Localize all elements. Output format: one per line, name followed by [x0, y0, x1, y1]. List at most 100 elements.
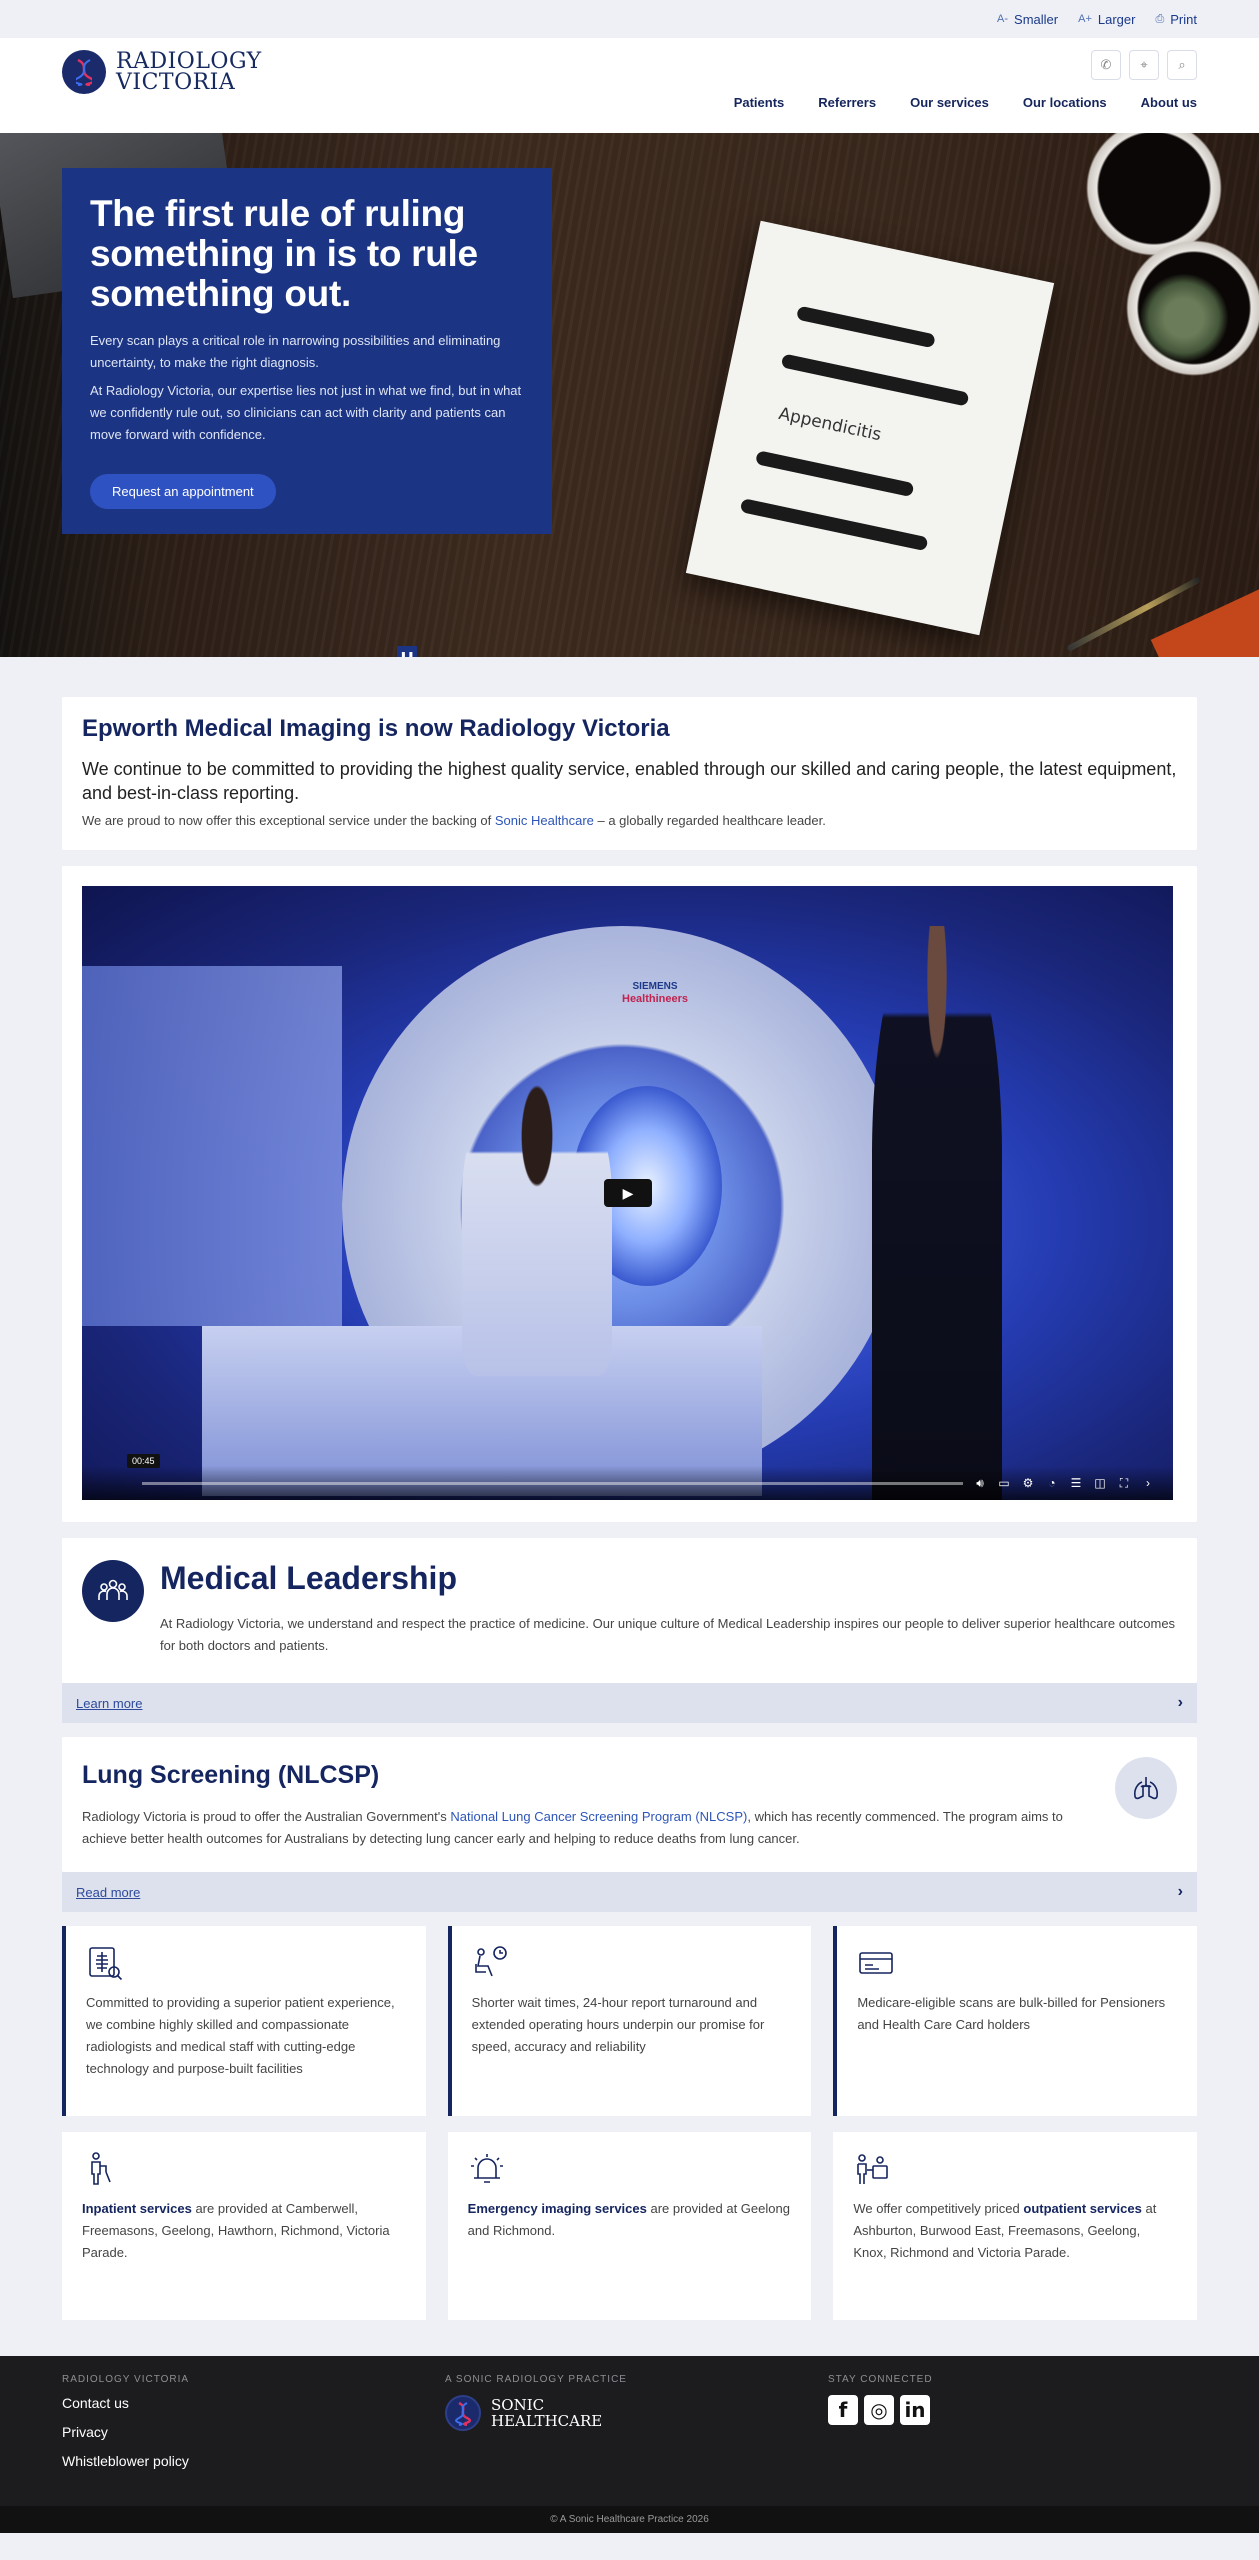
- service-tile: We offer competitively priced outpatient…: [833, 2132, 1197, 2320]
- site-header: RADIOLOGY VICTORIA ✆ ⌖ ⌕ Patients Referre…: [0, 38, 1259, 133]
- people-group-icon: [82, 1560, 144, 1622]
- instagram-icon[interactable]: ◎: [864, 2395, 894, 2425]
- feature-tile: Committed to providing a superior patien…: [62, 1926, 426, 2116]
- facebook-icon[interactable]: f: [828, 2395, 858, 2425]
- learn-more-bar[interactable]: Learn more ›: [62, 1683, 1197, 1723]
- feature-text: Committed to providing a superior patien…: [86, 1995, 395, 2076]
- learn-more-link[interactable]: Learn more: [76, 1696, 142, 1711]
- feature-text: Shorter wait times, 24-hour report turna…: [471, 1995, 765, 2054]
- intro-card: Epworth Medical Imaging is now Radiology…: [62, 697, 1197, 850]
- footer-parent: A SONIC RADIOLOGY PRACTICE SONIC HEALTHCA…: [445, 2374, 828, 2488]
- service-text: We offer competitively priced outpatient…: [853, 2201, 1157, 2260]
- pause-icon: ❚❚: [399, 650, 415, 658]
- text-larger-button[interactable]: A+ Larger: [1078, 12, 1135, 27]
- volume-icon[interactable]: 🔊︎: [973, 1476, 987, 1491]
- intro-title: Epworth Medical Imaging is now Radiology…: [82, 715, 670, 742]
- leadership-title: Medical Leadership: [160, 1560, 457, 1596]
- chevron-right-icon[interactable]: ›: [1141, 1476, 1155, 1490]
- picture-in-picture-icon[interactable]: ◫: [1093, 1476, 1107, 1490]
- read-more-bar[interactable]: Read more ›: [62, 1872, 1197, 1912]
- services-grid: Inpatient services are provided at Cambe…: [62, 2132, 1197, 2320]
- pause-carousel-button[interactable]: ❚❚: [397, 646, 417, 657]
- chevron-right-icon: ›: [1177, 1883, 1183, 1900]
- hero-text: Every scan plays a critical role in narr…: [90, 333, 501, 370]
- print-button[interactable]: ⎙ Print: [1155, 12, 1197, 27]
- footer-social: STAY CONNECTED f ◎ in: [828, 2374, 1197, 2488]
- sonic-logo-icon: [445, 2395, 481, 2431]
- play-icon: ▶: [622, 1184, 634, 1201]
- service-text: Inpatient services are provided at Cambe…: [82, 2201, 390, 2260]
- lungs-icon: [1115, 1757, 1177, 1819]
- lung-screening-card: Lung Screening (NLCSP) Radiology Victori…: [62, 1737, 1197, 1872]
- main-nav: Patients Referrers Our services Our loca…: [734, 95, 1197, 110]
- patient-image: [462, 1076, 612, 1376]
- leadership-text: At Radiology Victoria, we understand and…: [160, 1616, 1176, 1653]
- settings-gear-icon[interactable]: ⚙: [1021, 1476, 1035, 1490]
- header-icons: ✆ ⌖ ⌕: [1091, 50, 1197, 80]
- sonic-healthcare-logo[interactable]: SONIC HEALTHCARE: [445, 2395, 828, 2431]
- whistleblower-link[interactable]: Whistleblower policy: [62, 2453, 445, 2469]
- siemens-logo: SIEMENS Healthineers: [622, 981, 689, 1005]
- service-tile: Emergency imaging services are provided …: [447, 2132, 812, 2320]
- lung-title: Lung Screening (NLCSP): [82, 1761, 380, 1789]
- video-player[interactable]: SIEMENS Healthineers ▶ 00:45 🔊︎ ▭ ⚙ ◔ ☰ ◫…: [82, 886, 1173, 1500]
- play-button[interactable]: ▶: [604, 1179, 652, 1207]
- hero-plant-image: [1139, 273, 1229, 363]
- text-smaller-button[interactable]: A- Smaller: [997, 12, 1058, 27]
- location-pin-icon[interactable]: ⌖: [1129, 50, 1159, 80]
- service-text: Emergency imaging services are provided …: [467, 2201, 790, 2238]
- intro-lead: We continue to be committed to providing…: [82, 759, 1177, 803]
- video-controls: 🔊︎ ▭ ⚙ ◔ ☰ ◫ ⛶ ›: [82, 1466, 1173, 1500]
- video-card: SIEMENS Healthineers ▶ 00:45 🔊︎ ▭ ⚙ ◔ ☰ ◫…: [62, 866, 1197, 1522]
- request-appointment-button[interactable]: Request an appointment: [90, 474, 276, 509]
- chevron-right-icon: ›: [1177, 1694, 1183, 1711]
- read-more-link[interactable]: Read more: [76, 1885, 140, 1900]
- logo-helix-icon: [62, 50, 106, 94]
- phone-icon[interactable]: ✆: [1091, 50, 1121, 80]
- utility-bar: A- Smaller A+ Larger ⎙ Print: [0, 0, 1259, 38]
- nlcsp-link[interactable]: National Lung Cancer Screening Program (…: [450, 1809, 747, 1824]
- site-logo[interactable]: RADIOLOGY VICTORIA: [62, 50, 262, 94]
- feature-text: Medicare-eligible scans are bulk-billed …: [857, 1995, 1166, 2032]
- fullscreen-icon[interactable]: ⛶: [1117, 1476, 1131, 1491]
- copyright: © A Sonic Healthcare Practice 2026: [0, 2506, 1259, 2533]
- nav-our-locations[interactable]: Our locations: [1023, 95, 1107, 110]
- nav-our-services[interactable]: Our services: [910, 95, 989, 110]
- inpatient-icon: [82, 2150, 120, 2188]
- linkedin-icon[interactable]: in: [900, 2395, 930, 2425]
- intro-small: We are proud to now offer this exception…: [82, 813, 826, 828]
- footer-links: RADIOLOGY VICTORIA Contact us Privacy Wh…: [62, 2374, 445, 2488]
- xray-icon: [86, 1944, 124, 1982]
- hero-title: The first rule of ruling something in is…: [90, 193, 478, 314]
- hero-panel: The first rule of ruling something in is…: [62, 168, 552, 534]
- privacy-link[interactable]: Privacy: [62, 2424, 445, 2440]
- radiographer-image: [872, 926, 1002, 1500]
- feature-tile: Shorter wait times, 24-hour report turna…: [447, 1926, 812, 2116]
- captions-icon[interactable]: ▭: [997, 1476, 1011, 1490]
- hero-text: At Radiology Victoria, our expertise lie…: [90, 383, 522, 442]
- sonic-healthcare-link[interactable]: Sonic Healthcare: [495, 813, 594, 828]
- site-footer: RADIOLOGY VICTORIA Contact us Privacy Wh…: [0, 2356, 1259, 2506]
- medical-leadership-card: Medical Leadership At Radiology Victoria…: [62, 1538, 1197, 1683]
- feature-tile: Medicare-eligible scans are bulk-billed …: [833, 1926, 1197, 2116]
- nav-referrers[interactable]: Referrers: [818, 95, 876, 110]
- features-grid: Committed to providing a superior patien…: [62, 1926, 1197, 2116]
- emergency-bell-icon: [468, 2150, 506, 2188]
- text-larger-icon: A+: [1078, 13, 1092, 25]
- logo-text: RADIOLOGY VICTORIA: [116, 49, 262, 95]
- speed-icon[interactable]: ◔: [1045, 1476, 1059, 1490]
- medicare-card-icon: [857, 1944, 895, 1982]
- contact-us-link[interactable]: Contact us: [62, 2395, 445, 2411]
- lung-text: Radiology Victoria is proud to offer the…: [82, 1809, 1063, 1846]
- nav-about-us[interactable]: About us: [1141, 95, 1197, 110]
- outpatient-icon: [853, 2150, 891, 2188]
- video-progress-bar[interactable]: [142, 1481, 963, 1485]
- text-smaller-icon: A-: [997, 13, 1009, 25]
- waiting-clock-icon: [472, 1944, 510, 1982]
- printer-icon: ⎙: [1155, 12, 1165, 25]
- nav-patients[interactable]: Patients: [734, 95, 785, 110]
- chapters-icon[interactable]: ☰: [1069, 1476, 1083, 1490]
- search-icon[interactable]: ⌕: [1167, 50, 1197, 80]
- hero-banner: Appendicitis The first rule of ruling so…: [0, 133, 1259, 657]
- service-tile: Inpatient services are provided at Cambe…: [62, 2132, 426, 2320]
